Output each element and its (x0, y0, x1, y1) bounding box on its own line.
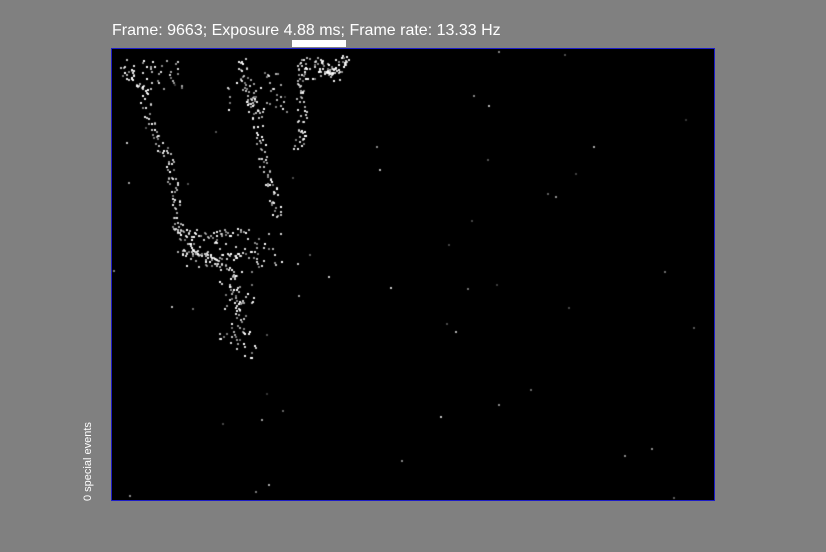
event-camera-viewer: Frame: 9663; Exposure 4.88 ms; Frame rat… (0, 0, 826, 552)
event-pixel-canvas (112, 49, 714, 500)
exposure-indicator-bar (292, 40, 346, 47)
frame-status-text: Frame: 9663; Exposure 4.88 ms; Frame rat… (112, 22, 501, 39)
special-events-label: 0 special events (82, 422, 94, 501)
event-frame-display[interactable] (111, 48, 715, 501)
